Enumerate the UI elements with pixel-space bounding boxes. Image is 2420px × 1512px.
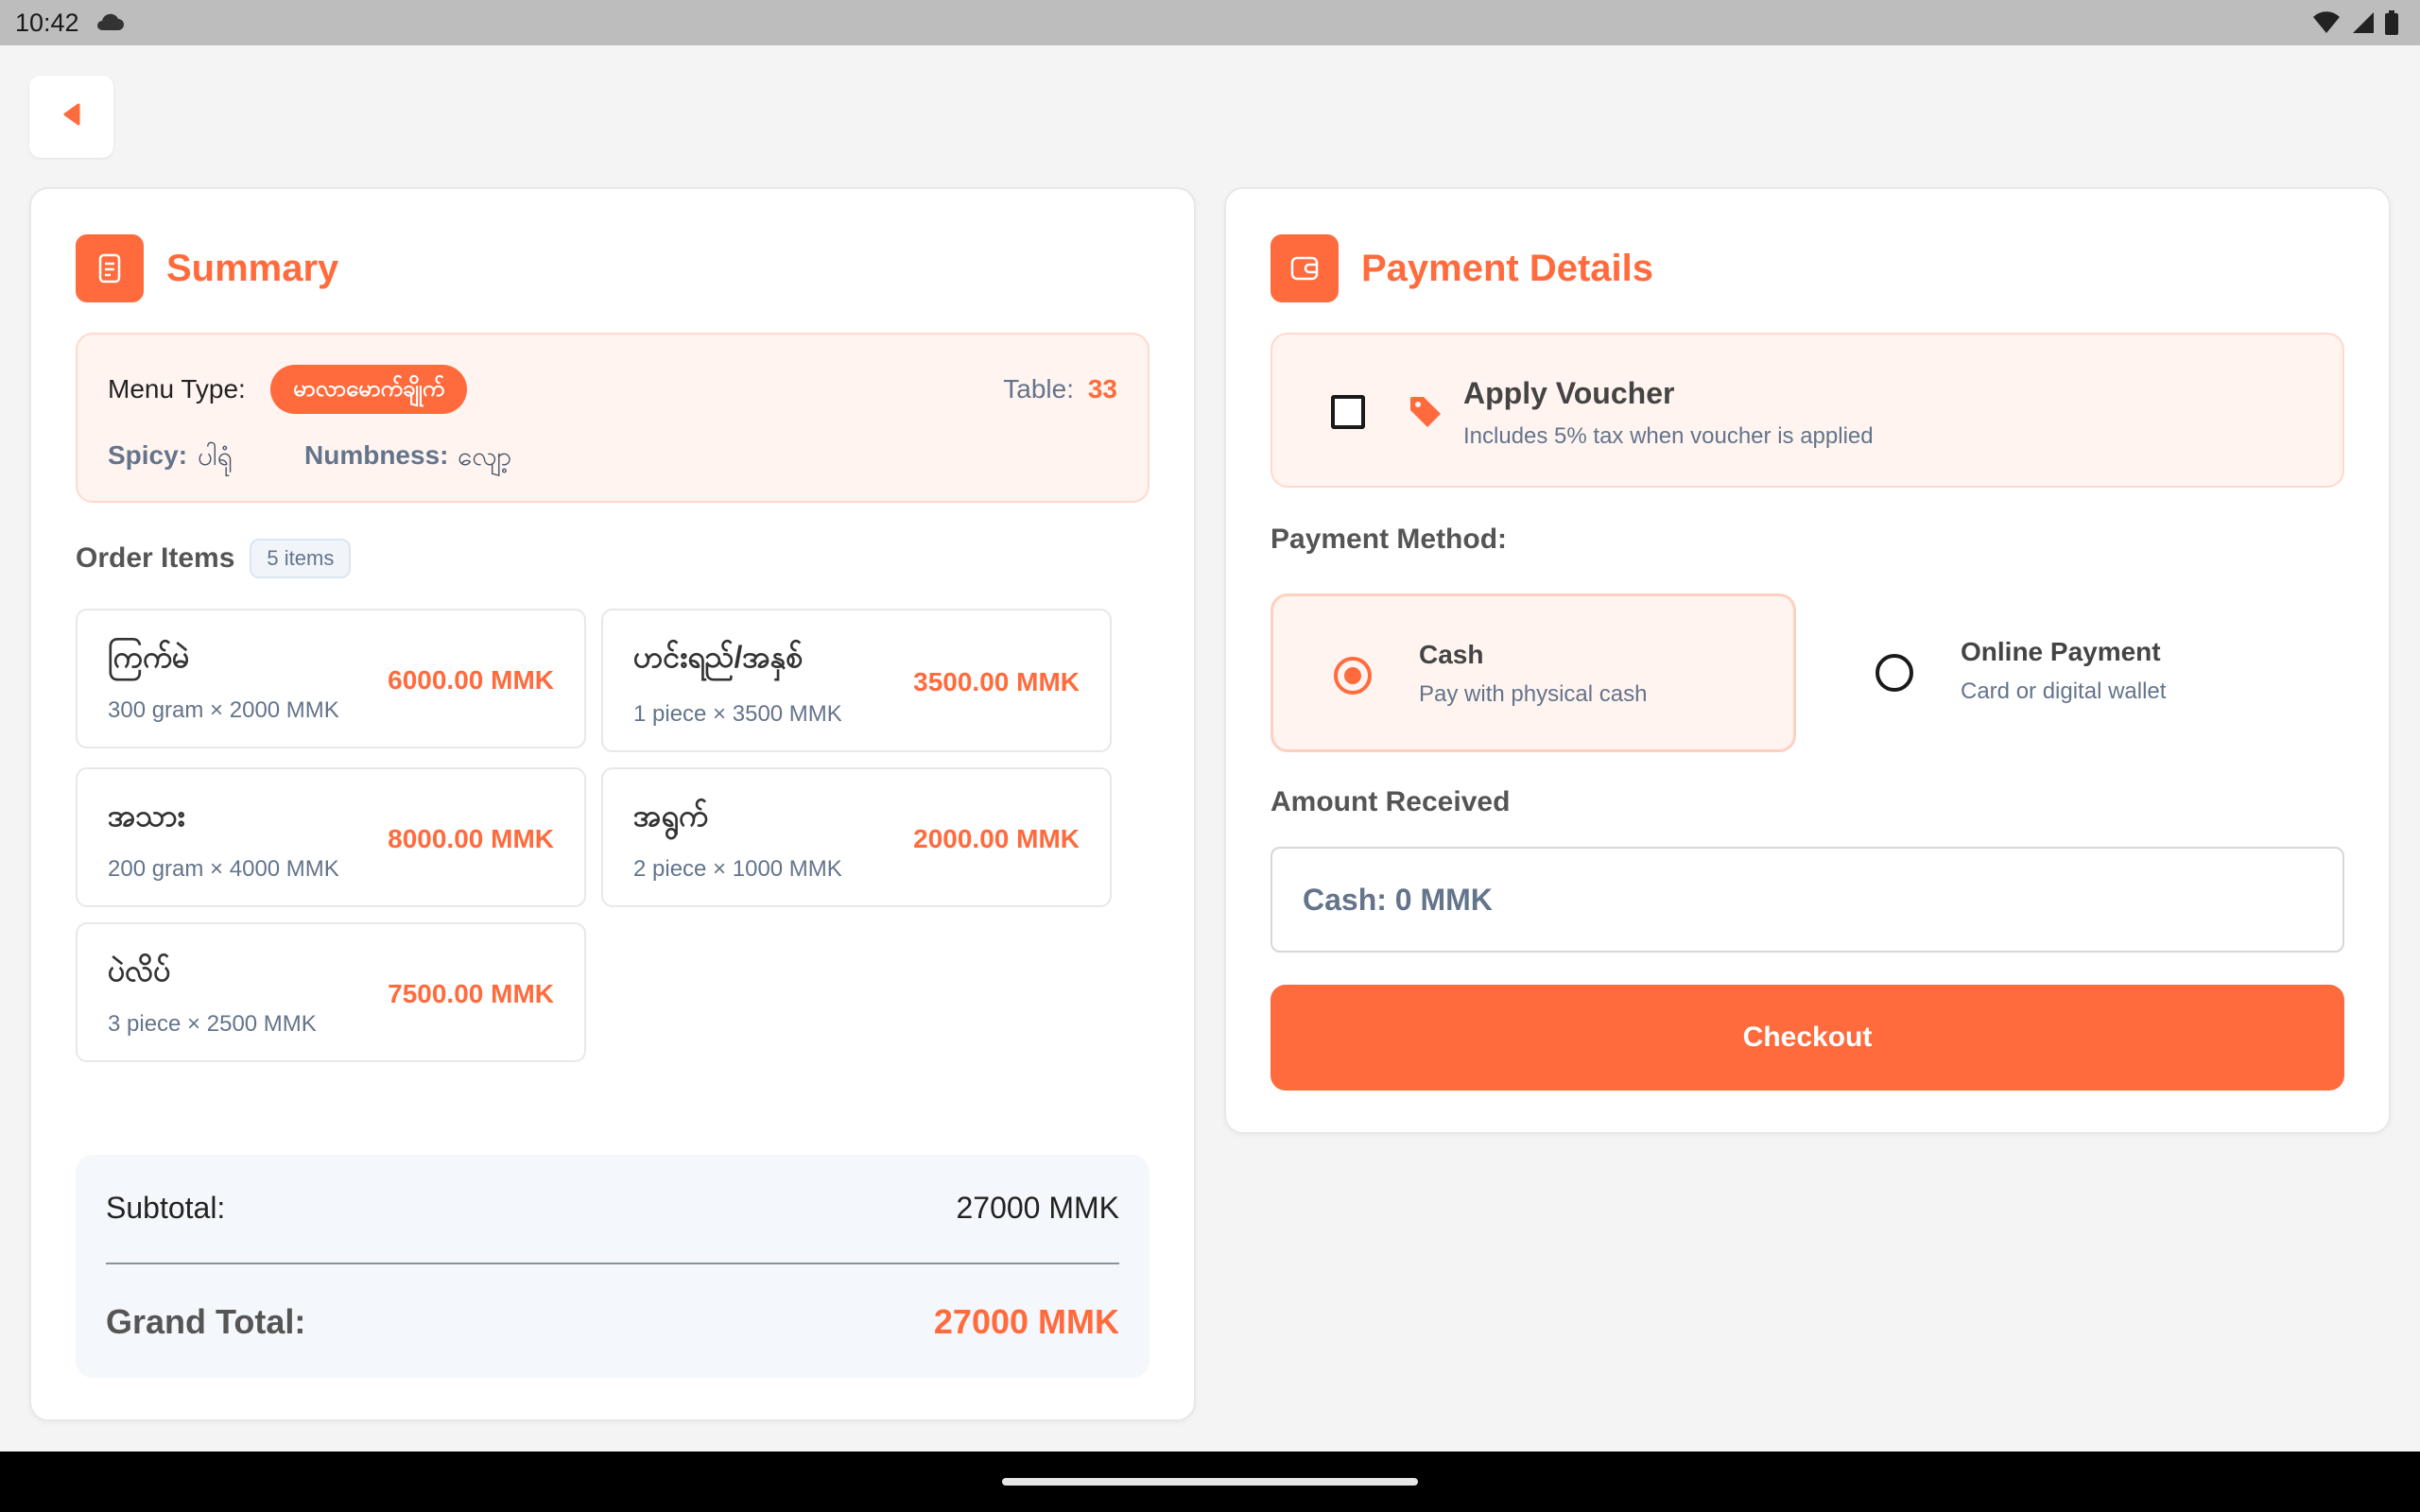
cash-radio[interactable] [1334, 657, 1372, 695]
payment-header: Payment Details [1270, 234, 1653, 302]
numbness-label: Numbness: [304, 440, 449, 470]
payment-card: Payment Details Apply Voucher Includes 5… [1224, 187, 2391, 1134]
voucher-box[interactable]: Apply Voucher Includes 5% tax when vouch… [1270, 333, 2344, 488]
back-button[interactable] [29, 76, 113, 158]
order-item-price: 3500.00 MMK [913, 667, 1080, 696]
order-items-header: Order Items 5 items [76, 539, 352, 578]
order-item-name: ဟင်းရည်/အနှစ် [633, 640, 804, 674]
order-item-price: 6000.00 MMK [388, 665, 554, 695]
order-item-detail: 3 piece × 2500 MMK [108, 1011, 317, 1037]
online-radio[interactable] [1876, 654, 1913, 692]
order-items-title: Order Items [76, 542, 235, 574]
menu-type-chip: မာလာမောက်ချိုက် [270, 365, 468, 414]
order-item-name: ကြက်မဲ [108, 640, 190, 674]
home-gesture-handle[interactable] [1002, 1478, 1418, 1486]
status-time: 10:42 [15, 9, 79, 37]
menu-info-box: Menu Type: မာလာမောက်ချိုက် Table: 33 Spi… [76, 333, 1150, 503]
wifi-icon [2312, 11, 2341, 39]
summary-card: Summary Menu Type: မာလာမောက်ချိုက် Table… [29, 187, 1196, 1421]
voucher-checkbox[interactable] [1331, 395, 1365, 429]
menu-type-label: Menu Type: [108, 374, 246, 404]
navigation-bar [0, 1452, 2420, 1512]
order-item: ကြက်မဲ 300 gram × 2000 MMK 6000.00 MMK [76, 609, 586, 748]
battery-icon [2384, 10, 2399, 40]
subtotal-label: Subtotal: [106, 1191, 226, 1225]
option-title: Online Payment [1961, 637, 2161, 666]
numbness-value: လျော့ [458, 441, 512, 471]
payment-option-online[interactable]: Online Payment Card or digital wallet [1815, 593, 2341, 752]
wallet-icon [1270, 234, 1339, 302]
option-title: Cash [1419, 640, 1484, 669]
order-item: ပဲလိပ် 3 piece × 2500 MMK 7500.00 MMK [76, 922, 586, 1062]
option-subtitle: Pay with physical cash [1419, 681, 1648, 707]
voucher-title: Apply Voucher [1463, 376, 1675, 410]
signal-icon [2350, 11, 2375, 39]
payment-option-cash[interactable]: Cash Pay with physical cash [1270, 593, 1796, 752]
summary-title: Summary [166, 247, 339, 289]
status-bar: 10:42 [0, 0, 2420, 45]
order-item-name: အသား [108, 799, 185, 833]
table-label: Table: [1003, 374, 1074, 404]
grand-total-value: 27000 MMK [933, 1302, 1119, 1341]
order-item-detail: 200 gram × 4000 MMK [108, 856, 339, 882]
order-item-price: 8000.00 MMK [388, 824, 554, 853]
back-arrow-icon [61, 103, 82, 130]
item-count-badge: 5 items [250, 539, 352, 578]
order-item-detail: 300 gram × 2000 MMK [108, 697, 339, 723]
voucher-subtitle: Includes 5% tax when voucher is applied [1463, 423, 1874, 449]
table-number: 33 [1087, 374, 1117, 404]
amount-received-label: Amount Received [1270, 786, 1511, 817]
subtotal-value: 27000 MMK [956, 1191, 1119, 1225]
order-item: အရွက် 2 piece × 1000 MMK 2000.00 MMK [601, 767, 1112, 907]
order-item-price: 7500.00 MMK [388, 979, 554, 1008]
order-item-name: အရွက် [633, 799, 709, 833]
tag-icon [1407, 393, 1444, 436]
order-item-detail: 2 piece × 1000 MMK [633, 856, 842, 882]
checkout-button[interactable]: Checkout [1270, 985, 2344, 1091]
grand-total-label: Grand Total: [106, 1302, 306, 1341]
order-item: ဟင်းရည်/အနှစ် 1 piece × 3500 MMK 3500.00… [601, 609, 1112, 752]
order-item-name: ပဲလိပ် [108, 954, 171, 988]
order-item-detail: 1 piece × 3500 MMK [633, 701, 842, 727]
payment-method-label: Payment Method: [1270, 524, 1508, 555]
order-item: အသား 200 gram × 4000 MMK 8000.00 MMK [76, 767, 586, 907]
summary-header: Summary [76, 234, 338, 302]
option-subtitle: Card or digital wallet [1961, 679, 2167, 704]
spicy-label: Spicy: [108, 440, 188, 470]
system-icons [2312, 10, 2399, 40]
totals-divider [106, 1263, 1119, 1264]
spicy-value: ပါရုံ [198, 441, 233, 471]
payment-title: Payment Details [1361, 247, 1654, 289]
totals-box: Subtotal: 27000 MMK Grand Total: 27000 M… [76, 1155, 1150, 1378]
receipt-icon [76, 234, 144, 302]
order-item-price: 2000.00 MMK [913, 824, 1080, 853]
cloud-icon [95, 11, 125, 37]
amount-received-input[interactable]: Cash: 0 MMK [1270, 847, 2344, 953]
